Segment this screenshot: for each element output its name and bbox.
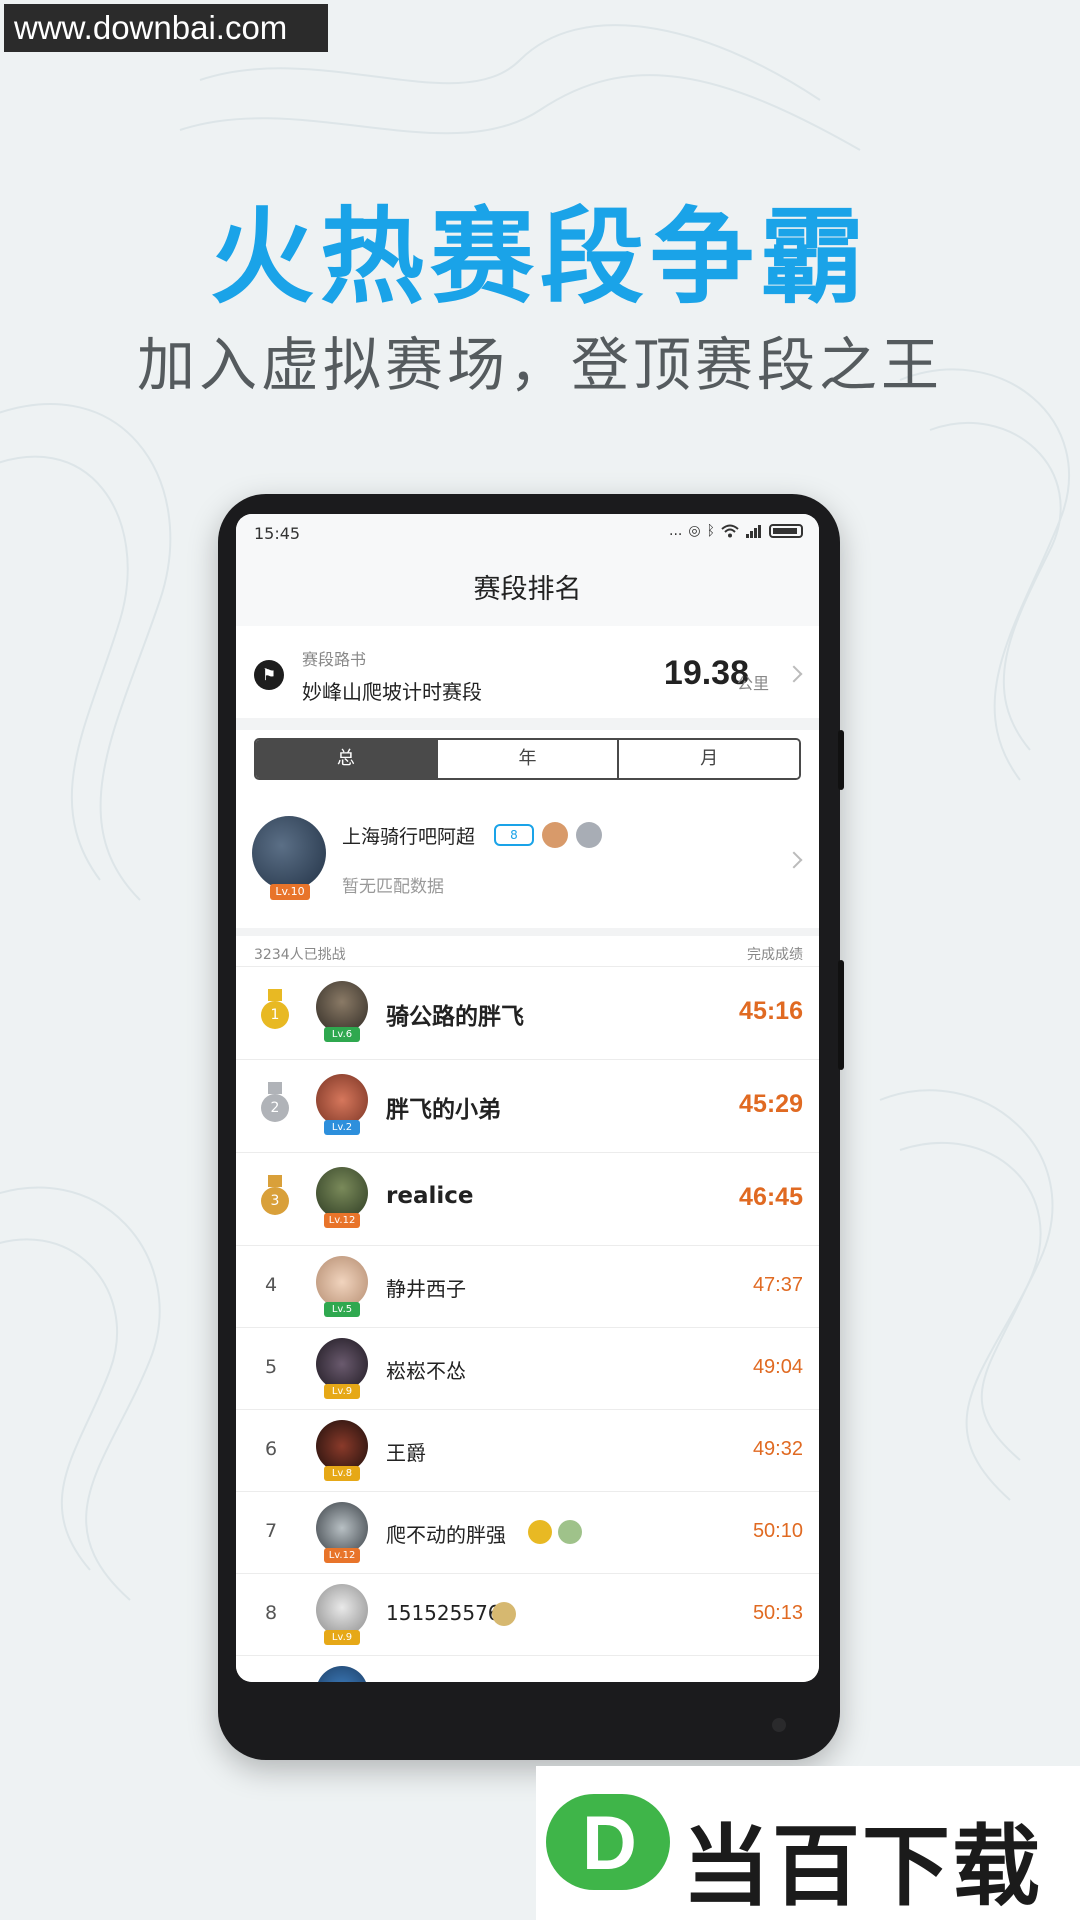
level-badge: Lv.5 <box>324 1302 360 1317</box>
period-tabs: 总 年 月 <box>254 738 801 780</box>
chevron-right-icon <box>785 665 803 683</box>
avatar <box>316 1420 368 1472</box>
medal-badge-icon <box>542 822 568 848</box>
silver-medal-icon: 2 <box>258 1082 292 1128</box>
route-card[interactable]: ⚑ 赛段路书 妙峰山爬坡计时赛段 19.38 公里 <box>236 630 819 718</box>
rider-name: 王爵 <box>386 1441 426 1465</box>
current-user-status: 暂无匹配数据 <box>342 877 444 897</box>
site-watermark: www.downbai.com <box>4 4 328 52</box>
leaderboard-list: 1 Lv.6 骑公路的胖飞 45:16 2 Lv.2 胖飞的小弟 45:29 3… <box>236 966 819 1682</box>
bluetooth-icon: ᛒ <box>706 523 715 539</box>
level-badge: Lv.8 <box>324 1466 360 1481</box>
table-row[interactable]: 2 Lv.2 胖飞的小弟 45:29 <box>236 1059 819 1152</box>
medal-badge-icon <box>558 1520 582 1544</box>
brand-logo-letter: D <box>582 1801 637 1886</box>
avatar <box>252 816 326 890</box>
level-badge: Lv.10 <box>270 884 310 900</box>
brand-logo: D <box>546 1794 670 1890</box>
result-column-label: 完成成绩 <box>747 947 803 963</box>
avatar <box>316 1338 368 1390</box>
participants-count: 3234人已挑战 <box>254 947 346 963</box>
finish-time: 45:29 <box>739 1090 803 1118</box>
gold-medal-icon: 1 <box>258 989 292 1035</box>
table-row[interactable]: 4 Lv.5 静井西子 47:37 <box>236 1245 819 1327</box>
rank-number: 7 <box>264 1520 278 1542</box>
app-screen: 15:45 ... ◎ ᛒ 赛段排名 ⚑ 赛段路书 妙峰山爬坡计时赛段 19.3… <box>236 514 819 1682</box>
table-row[interactable]: 1 Lv.6 骑公路的胖飞 45:16 <box>236 966 819 1059</box>
page-title: 赛段排名 <box>236 554 819 626</box>
rank-number: 8 <box>264 1602 278 1624</box>
brand-banner: D 当百下载 <box>536 1766 1080 1920</box>
route-name: 妙峰山爬坡计时赛段 <box>302 680 482 704</box>
promo-subtitle: 加入虚拟赛场，登顶赛段之王 <box>136 331 943 399</box>
alarm-icon: ◎ <box>688 523 701 539</box>
current-user-card[interactable]: Lv.10 上海骑行吧阿超 8 暂无匹配数据 <box>236 796 819 928</box>
tab-year[interactable]: 年 <box>435 740 618 778</box>
promo-title: 火热赛段争霸 <box>209 196 870 318</box>
rider-name: 151525576 <box>386 1601 501 1625</box>
avatar <box>316 1502 368 1554</box>
table-row[interactable]: 7 Lv.12 爬不动的胖强 50:10 <box>236 1491 819 1573</box>
finish-time: 50:13 <box>752 1602 803 1624</box>
rider-name: 爬不动的胖强 <box>386 1523 506 1547</box>
rider-name: 静井西子 <box>386 1277 466 1301</box>
rider-name: 胖飞的小弟 <box>386 1097 501 1123</box>
rider-name: 骑公路的胖飞 <box>386 1004 524 1030</box>
finish-time: 50:10 <box>752 1520 803 1542</box>
avatar <box>316 1584 368 1636</box>
battery-icon <box>769 524 803 538</box>
wifi-icon <box>721 524 739 538</box>
table-row[interactable]: 3 Lv.12 realice 46:45 <box>236 1152 819 1245</box>
route-caption: 赛段路书 <box>302 650 367 669</box>
chevron-right-icon <box>785 851 803 869</box>
brand-name: 当百下载 <box>682 1815 1043 1918</box>
avatar <box>316 1256 368 1308</box>
rider-name: realice <box>386 1183 474 1209</box>
finish-time: 49:04 <box>752 1356 803 1378</box>
avatar <box>316 981 368 1033</box>
checkered-flag-icon: ⚑ <box>254 660 284 690</box>
section-divider <box>236 928 819 936</box>
section-divider <box>236 718 819 730</box>
level-badge: Lv.12 <box>324 1548 360 1563</box>
finish-time: 46:45 <box>739 1183 803 1211</box>
avatar <box>316 1167 368 1219</box>
medal-badge-icon <box>492 1602 516 1626</box>
gold-badge-icon <box>528 1520 552 1544</box>
bronze-medal-icon: 3 <box>258 1175 292 1221</box>
more-dots-icon: ... <box>669 523 683 539</box>
current-user-name: 上海骑行吧阿超 <box>342 826 476 848</box>
table-row[interactable]: 6 Lv.8 王爵 49:32 <box>236 1409 819 1491</box>
table-row[interactable]: 5 Lv.9 崧崧不怂 49:04 <box>236 1327 819 1409</box>
level-badge: Lv.12 <box>324 1213 360 1228</box>
level-badge: Lv.2 <box>324 1120 360 1135</box>
finish-time: 45:16 <box>739 997 803 1025</box>
level-badge: Lv.6 <box>324 1027 360 1042</box>
achievement-badge-icon: 8 <box>494 824 534 846</box>
medal-badge-icon <box>576 822 602 848</box>
table-row[interactable] <box>236 1655 819 1682</box>
phone-side-button <box>838 960 844 1070</box>
status-icons: ... ◎ ᛒ <box>669 523 803 539</box>
rank-number: 5 <box>264 1356 278 1378</box>
rank-number: 4 <box>264 1274 278 1296</box>
signal-icon <box>746 525 761 538</box>
table-row[interactable]: 8 Lv.9 151525576 50:13 <box>236 1573 819 1655</box>
phone-camera <box>772 1718 786 1732</box>
status-bar: 15:45 ... ◎ ᛒ <box>236 514 819 554</box>
tab-total[interactable]: 总 <box>256 740 436 778</box>
phone-side-button <box>838 730 844 790</box>
level-badge: Lv.9 <box>324 1630 360 1645</box>
finish-time: 49:32 <box>752 1438 803 1460</box>
tab-month[interactable]: 月 <box>617 740 799 778</box>
avatar <box>316 1074 368 1126</box>
finish-time: 47:37 <box>752 1274 803 1296</box>
route-distance-unit: 公里 <box>736 674 769 693</box>
leaderboard-header: 3234人已挑战 完成成绩 <box>236 936 819 966</box>
level-badge: Lv.9 <box>324 1384 360 1399</box>
status-time: 15:45 <box>254 524 301 543</box>
rank-number: 6 <box>264 1438 278 1460</box>
rider-name: 崧崧不怂 <box>386 1359 466 1383</box>
avatar <box>316 1666 368 1682</box>
